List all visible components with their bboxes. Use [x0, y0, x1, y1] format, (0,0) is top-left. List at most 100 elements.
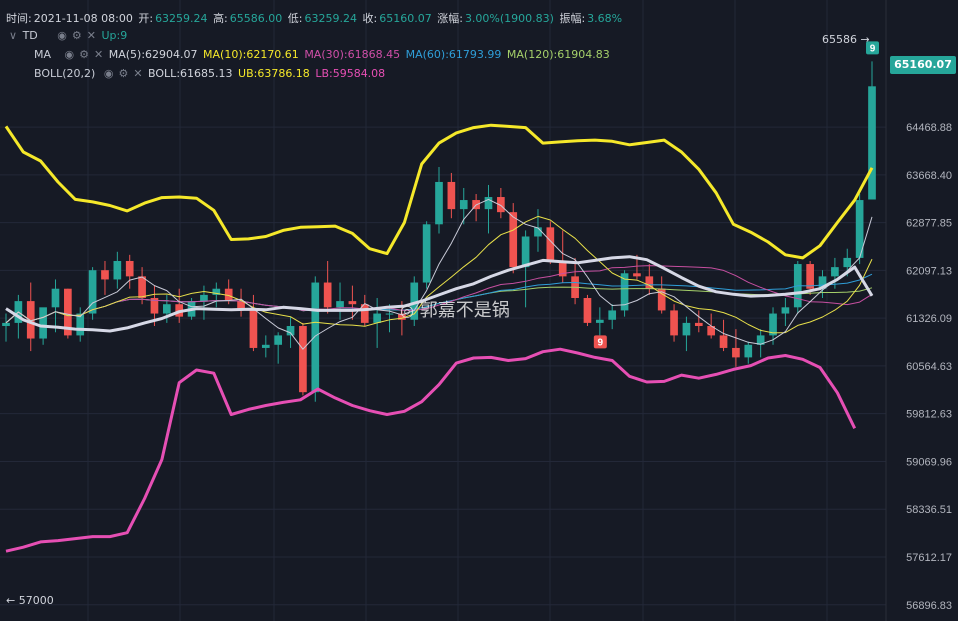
candle-body [162, 304, 171, 314]
ohlc-info-line: 时间: 2021-11-08 08:00 开: 63259.24 高: 65586.0… [6, 10, 624, 26]
td-marker-label: 9 [598, 337, 604, 348]
high-value: 65586.00 [229, 12, 283, 25]
candle-body [113, 260, 122, 280]
candle-body [682, 322, 691, 336]
price-axis-tick-label: 59812.63 [906, 409, 952, 421]
candle-body [608, 310, 617, 320]
boll-lower-band [5, 347, 857, 553]
ma120-value: MA(120):61904.83 [506, 48, 610, 61]
amplitude-label: 振幅: [559, 12, 586, 25]
ma30-value: MA(30):61868.45 [304, 48, 401, 61]
close-value: 65160.07 [379, 12, 432, 25]
candle-body [583, 298, 592, 323]
candle-body [101, 270, 109, 280]
close-icon[interactable]: ✕ [133, 67, 142, 80]
time-label: 时间: [6, 12, 32, 25]
settings-icon[interactable]: ⚙ [118, 67, 128, 80]
low-value: 63259.24 [304, 12, 358, 25]
price-axis-tick-label: 63668.40 [906, 170, 952, 182]
settings-icon[interactable]: ⚙ [79, 48, 89, 61]
price-axis-tick-label: 62877.85 [906, 218, 952, 230]
candle-body [385, 313, 394, 315]
candle-body [51, 288, 60, 308]
watermark-text: 郭嘉不是锅 [419, 300, 510, 321]
change-value: 3.00%(1900.83) [464, 12, 554, 25]
candle-body [373, 313, 381, 323]
price-axis-tick-label: 59069.96 [906, 456, 952, 468]
price-axis-tick-label: 58336.51 [906, 504, 952, 516]
eye-icon[interactable]: ◉ [65, 48, 75, 61]
indicator-boll-row: BOLL(20,2) ◉ ⚙ ✕ BOLL:61685.13 UB:63786.18… [34, 67, 387, 80]
candle-body [323, 282, 332, 308]
ma60-value: MA(60):61793.99 [405, 48, 502, 61]
td-name: TD [22, 29, 38, 42]
candle-body [670, 310, 678, 336]
low-price-marker: ← 57000 [6, 594, 54, 607]
eye-icon[interactable]: ◉ [57, 29, 67, 42]
candle-body [744, 344, 753, 358]
boll-lb-value: LB:59584.08 [315, 67, 386, 80]
candle-body [299, 326, 307, 393]
price-axis-tick-label: 60564.63 [906, 361, 952, 373]
candle-body [534, 227, 542, 237]
candle-body [249, 310, 258, 348]
candle-body [435, 181, 443, 225]
settings-icon[interactable]: ⚙ [72, 29, 82, 42]
candle-body [781, 307, 790, 314]
candle-body [286, 326, 295, 336]
open-value: 63259.24 [155, 12, 208, 25]
candle-body [274, 335, 283, 345]
candle-body [521, 236, 530, 268]
td-value: Up:9 [101, 29, 128, 42]
price-axis-tick-label: 57612.17 [906, 552, 952, 564]
candle-body [348, 301, 357, 305]
candle-body [261, 344, 270, 348]
price-axis-tick-label: 62097.13 [906, 265, 952, 277]
open-label: 开: [138, 12, 154, 25]
ma5-value: MA(5):62904.07 [108, 48, 198, 61]
indicator-ma-row: MA ◉ ⚙ ✕ MA(5):62904.07 MA(10):62170.61 MA… [34, 48, 612, 61]
candle-body [806, 264, 814, 289]
price-axis-tick-label: 64468.88 [906, 122, 952, 134]
candle-body [125, 260, 134, 277]
eye-icon[interactable]: ◉ [104, 67, 114, 80]
candle-body [200, 294, 208, 302]
candle-body [2, 322, 10, 327]
weibo-icon: ◎ [400, 301, 414, 320]
close-label: 收: [362, 12, 378, 25]
candle-body [138, 276, 146, 299]
low-label: 低: [287, 12, 303, 25]
candle-body [422, 224, 431, 283]
watermark: ◎ 郭嘉不是锅 [400, 296, 510, 322]
candle-body [459, 200, 468, 210]
close-icon[interactable]: ✕ [94, 48, 103, 61]
candle-body [509, 212, 518, 268]
candle-body [336, 301, 344, 308]
candle-body [732, 347, 740, 358]
indicator-td-row: ∨ TD ◉ ⚙ ✕ Up:9 [6, 29, 129, 42]
high-label: 高: [213, 12, 228, 25]
high-price-marker: 65586 → [822, 33, 870, 46]
price-axis-tick-label: 56896.83 [906, 600, 952, 612]
close-icon[interactable]: ✕ [87, 29, 96, 42]
current-price-label: 65160.07 [890, 56, 956, 74]
boll-ub-value: UB:63786.18 [238, 67, 310, 80]
boll-name: BOLL(20,2) [34, 67, 96, 80]
candle-body [633, 273, 641, 277]
candle-body [595, 319, 604, 323]
amplitude-value: 3.68% [587, 12, 623, 25]
ma-name: MA [34, 48, 52, 61]
td-marker-label: 9 [870, 43, 876, 54]
candle-body [868, 86, 876, 200]
candle-body [484, 197, 493, 210]
collapse-chevron-icon[interactable]: ∨ [9, 29, 17, 42]
candle-body [843, 257, 852, 268]
time-value: 2021-11-08 08:00 [33, 12, 133, 25]
candle-body [39, 307, 47, 339]
candle-body [719, 335, 728, 348]
candle-body [447, 181, 456, 210]
price-axis-tick-label: 61326.09 [906, 313, 952, 325]
change-label: 涨幅: [437, 12, 463, 25]
candle-body [694, 322, 703, 327]
candle-body [311, 282, 320, 393]
